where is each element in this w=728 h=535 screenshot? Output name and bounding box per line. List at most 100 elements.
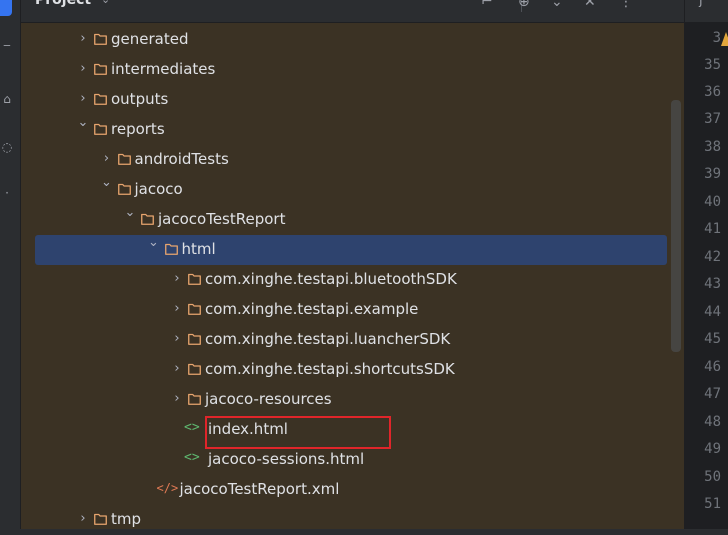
tree-item-label: com.xinghe.testapi.example [205, 300, 419, 318]
chevron-down-icon[interactable]: ⌄ [123, 205, 137, 221]
chevron-right-icon[interactable]: › [76, 91, 90, 107]
editor-tab-bar: j [685, 0, 728, 23]
tree-item-label: jacoco [134, 180, 183, 198]
tree-row-jacoco[interactable]: ⌄ jacoco [21, 175, 684, 205]
tree-item-label: intermediates [111, 60, 216, 78]
line-number: 44 [704, 304, 721, 320]
commit-icon[interactable]: ‒ [0, 38, 14, 52]
folder-icon [188, 333, 201, 345]
tree-item-label: outputs [111, 90, 169, 108]
project-panel-header: Project ⌄ ⌐ ⊕ ⌄ ✕ ⋮ [21, 0, 684, 23]
html-file-icon: <> [184, 420, 200, 435]
html-file-icon: <> [184, 450, 200, 465]
tree-row-tmp[interactable]: › tmp [21, 505, 684, 535]
tree-item-label: com.xinghe.testapi.luancherSDK [205, 330, 451, 348]
line-number: 48 [704, 414, 721, 430]
tool-window-strip: ‒ ⌂ ◌ · [0, 0, 21, 529]
editor-gutter: j 3 35 36 37 38 39 40 41 42 43 44 45 46 47 48 49 50 51 [684, 0, 728, 529]
folder-icon [188, 303, 201, 315]
chevron-right-icon[interactable]: › [76, 61, 90, 77]
xml-file-icon: </> [156, 481, 179, 495]
tree-row-outputs[interactable]: › outputs [21, 85, 684, 115]
project-tree: › generated › intermediates › outputs ⌄ reports… [21, 0, 684, 529]
chevron-right-icon[interactable]: › [100, 151, 114, 167]
chevron-down-icon[interactable]: ⌄ [100, 175, 114, 191]
folder-icon [94, 93, 107, 105]
structure-icon[interactable]: ◌ [0, 140, 14, 154]
tree-item-label: generated [111, 30, 189, 48]
chevron-right-icon[interactable]: › [76, 31, 90, 47]
folder-icon [188, 273, 201, 285]
pull-requests-icon[interactable]: ⌂ [0, 92, 14, 106]
panel-title[interactable]: Project [35, 0, 91, 8]
folder-icon [164, 243, 178, 255]
target-icon[interactable]: ⊕ [518, 0, 530, 10]
tree-item-label: tmp [111, 510, 142, 528]
tree-item-label: reports [111, 120, 165, 138]
tree-row-com-xinghe-testapi-shortcutssdk[interactable]: › com.xinghe.testapi.shortcutsSDK [21, 355, 684, 385]
tree-row-jacocotestreport-xml[interactable]: </> jacocoTestReport.xml [21, 475, 684, 505]
folder-icon [188, 393, 201, 405]
tree-row-jacoco-resources[interactable]: › jacoco-resources [21, 385, 684, 415]
line-number: 45 [704, 331, 721, 347]
tree-row-intermediates[interactable]: › intermediates [21, 55, 684, 85]
chevron-down-icon[interactable]: ⌄ [147, 235, 161, 251]
chevron-right-icon[interactable]: › [170, 301, 184, 317]
line-number: 37 [704, 111, 721, 127]
chevron-right-icon[interactable]: › [170, 271, 184, 287]
line-number: 50 [704, 469, 721, 485]
close-icon[interactable]: ✕ [584, 0, 596, 10]
project-panel: › generated › intermediates › outputs ⌄ reports… [21, 0, 684, 529]
tree-row-jacoco-sessions-html[interactable]: <> jacoco-sessions.html [21, 445, 684, 475]
chevron-right-icon[interactable]: › [170, 331, 184, 347]
chevron-down-icon[interactable]: ⌄ [76, 115, 90, 131]
project-tool-icon[interactable] [0, 0, 12, 16]
tree-row-com-xinghe-testapi-bluetoothsdk[interactable]: › com.xinghe.testapi.bluetoothSDK [21, 265, 684, 295]
tree-item-label: jacoco-sessions.html [208, 450, 365, 468]
tree-item-label: com.xinghe.testapi.shortcutsSDK [205, 360, 455, 378]
tree-item-label: com.xinghe.testapi.bluetoothSDK [205, 270, 457, 288]
tree-item-label: jacocoTestReport.xml [179, 480, 340, 498]
line-number: 36 [704, 84, 721, 100]
folder-icon [117, 183, 131, 195]
editor-tab[interactable]: j [699, 0, 703, 8]
folder-icon [117, 153, 131, 165]
tree-row-html[interactable]: ⌄ html [21, 235, 684, 265]
folder-icon [94, 123, 107, 135]
folder-icon [94, 513, 107, 525]
tree-row-jacocotestreport[interactable]: ⌄ jacocoTestReport [21, 205, 684, 235]
collapse-icon[interactable]: ⌄ [551, 0, 563, 10]
line-number: 3 [712, 30, 721, 46]
line-number: 43 [704, 276, 721, 292]
tree-row-androidtests[interactable]: › androidTests [21, 145, 684, 175]
chevron-right-icon[interactable]: › [76, 511, 90, 527]
line-number: 47 [704, 386, 721, 402]
tree-row-com-xinghe-testapi-example[interactable]: › com.xinghe.testapi.example [21, 295, 684, 325]
chevron-right-icon[interactable]: › [170, 391, 184, 407]
scope-icon[interactable]: ⌐ [481, 0, 493, 10]
tree-scrollbar[interactable] [671, 100, 681, 352]
more-icon[interactable]: ⋮ [619, 0, 633, 10]
line-number: 38 [704, 139, 721, 155]
folder-icon [94, 63, 107, 75]
folder-icon [94, 33, 107, 45]
tree-item-label: jacocoTestReport [158, 210, 286, 228]
line-number: 41 [704, 221, 721, 237]
selection-highlight [35, 235, 667, 265]
chevron-down-icon[interactable]: ⌄ [101, 0, 110, 6]
line-number: 39 [704, 166, 721, 182]
tree-item-label: jacoco-resources [205, 390, 332, 408]
line-number: 46 [704, 359, 721, 375]
tree-row-generated[interactable]: › generated [21, 25, 684, 55]
line-number: 49 [704, 441, 721, 457]
folder-icon [188, 363, 201, 375]
tree-row-reports[interactable]: ⌄ reports [21, 115, 684, 145]
more-tools-icon[interactable]: · [0, 186, 14, 200]
line-number: 35 [704, 57, 721, 73]
line-number: 40 [704, 194, 721, 210]
chevron-right-icon[interactable]: › [170, 361, 184, 377]
highlight-box [205, 416, 391, 449]
tree-row-com-xinghe-testapi-luanchersdk[interactable]: › com.xinghe.testapi.luancherSDK [21, 325, 684, 355]
line-number: 42 [704, 249, 721, 265]
warning-icon[interactable] [721, 32, 728, 46]
